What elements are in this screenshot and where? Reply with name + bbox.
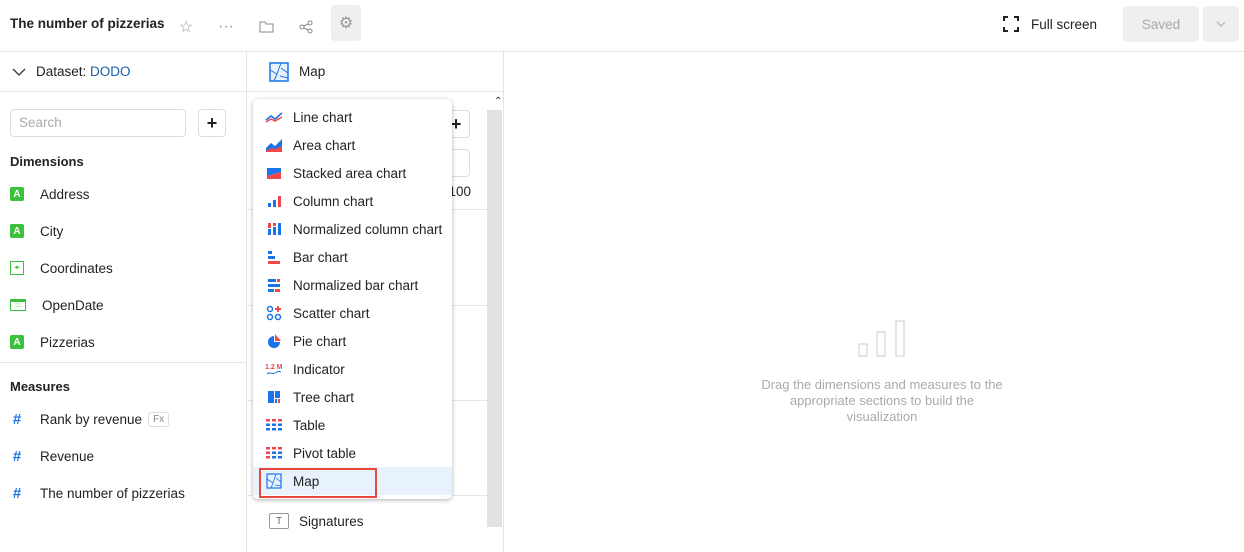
fullscreen-icon [1003, 16, 1019, 32]
gear-icon[interactable]: ⚙ [331, 5, 361, 41]
top-bar: The number of pizzerias ☆ ··· ⚙ Full scr… [0, 0, 1244, 52]
menu-item-table[interactable]: Table [253, 411, 452, 439]
dataset-selector[interactable]: Dataset: DODO [0, 52, 246, 92]
menu-item-normalized-column-chart[interactable]: Normalized column chart [253, 215, 452, 243]
menu-item-label: Area chart [293, 137, 356, 153]
menu-item-indicator[interactable]: 1.2 M Indicator [253, 355, 452, 383]
map-icon [269, 61, 289, 82]
more-icon[interactable]: ··· [211, 12, 241, 42]
menu-item-area-chart[interactable]: Area chart [253, 131, 452, 159]
dimension-coordinates[interactable]: ⌖ Coordinates [10, 258, 113, 278]
menu-item-normalized-bar-chart[interactable]: Normalized bar chart [253, 271, 452, 299]
string-icon: A [10, 187, 24, 201]
save-options-button[interactable] [1203, 6, 1239, 42]
area-chart-icon [265, 137, 283, 153]
normalized-column-chart-icon [265, 221, 283, 237]
empty-chart-icon [858, 320, 908, 361]
menu-item-label: Normalized bar chart [293, 277, 419, 293]
scrollbar[interactable] [487, 110, 502, 527]
menu-item-label: Pivot table [293, 445, 357, 461]
menu-item-label: Normalized column chart [293, 221, 443, 237]
normalized-bar-chart-icon [265, 277, 283, 293]
dimension-opendate[interactable]: ::: OpenDate [10, 295, 104, 315]
menu-item-label: Stacked area chart [293, 165, 407, 181]
menu-item-pie-chart[interactable]: Pie chart [253, 327, 452, 355]
visualization-type-menu: Line chart Area chart Stacked area chart Co… [253, 99, 452, 499]
indicator-icon: 1.2 M [265, 361, 283, 377]
empty-state-text: Drag the dimensions and measures to the … [761, 377, 1003, 424]
measure-revenue[interactable]: # Revenue [10, 446, 94, 466]
dimension-pizzerias[interactable]: A Pizzerias [10, 332, 95, 352]
page-title: The number of pizzerias [10, 16, 165, 31]
share-icon[interactable] [291, 12, 321, 42]
svg-text:1.2 M: 1.2 M [265, 364, 283, 371]
menu-item-label: Map [293, 473, 320, 489]
search-input[interactable]: Search [10, 109, 186, 137]
stacked-area-chart-icon [265, 165, 283, 181]
column-chart-icon [265, 193, 283, 209]
dataset-panel: Dataset: DODO Search + Dimensions A Addre… [0, 52, 247, 552]
scroll-up-icon[interactable]: ⌃ [494, 96, 502, 107]
divider [0, 362, 246, 363]
chevron-down-icon [1216, 21, 1226, 27]
menu-item-label: Column chart [293, 193, 374, 209]
number-icon: # [12, 410, 22, 428]
full-screen-button[interactable]: Full screen [1003, 16, 1097, 32]
scatter-chart-icon [265, 305, 283, 321]
menu-item-label: Indicator [293, 361, 345, 377]
signatures-section[interactable]: T Signatures [269, 513, 364, 529]
menu-item-label: Line chart [293, 109, 353, 125]
signatures-label: Signatures [299, 513, 364, 529]
menu-item-stacked-area-chart[interactable]: Stacked area chart [253, 159, 452, 187]
menu-item-label: Bar chart [293, 249, 348, 265]
add-field-button[interactable]: + [198, 109, 226, 137]
text-icon: T [269, 513, 289, 529]
menu-item-label: Scatter chart [293, 305, 370, 321]
star-icon[interactable]: ☆ [171, 12, 201, 42]
menu-item-bar-chart[interactable]: Bar chart [253, 243, 452, 271]
string-icon: A [10, 224, 24, 238]
line-chart-icon [265, 109, 283, 125]
chevron-down-icon [12, 68, 26, 76]
number-icon: # [12, 484, 22, 502]
bar-chart-icon [265, 249, 283, 265]
menu-item-label: Pie chart [293, 333, 347, 349]
full-screen-label: Full screen [1031, 16, 1098, 32]
measure-rank-by-revenue[interactable]: # Rank by revenue Fx [10, 409, 170, 429]
tree-chart-icon [265, 389, 283, 405]
string-icon: A [10, 335, 24, 349]
number-icon: # [12, 447, 22, 465]
date-icon: ::: [10, 299, 26, 311]
menu-item-pivot-table[interactable]: Pivot table [253, 439, 452, 467]
visualization-type-selector[interactable]: Map [247, 52, 503, 92]
table-icon [265, 417, 283, 433]
menu-item-map[interactable]: Map [253, 467, 452, 498]
dimension-city[interactable]: A City [10, 221, 63, 241]
dimension-address[interactable]: A Address [10, 184, 90, 204]
dataset-name[interactable]: DODO [90, 64, 131, 79]
menu-item-scatter-chart[interactable]: Scatter chart [253, 299, 452, 327]
measures-heading: Measures [10, 379, 70, 394]
menu-item-line-chart[interactable]: Line chart [253, 103, 452, 131]
measure-number-of-pizzerias[interactable]: # The number of pizzerias [10, 483, 185, 503]
folder-icon[interactable] [251, 12, 281, 42]
selected-visualization: Map [299, 64, 326, 79]
saved-button[interactable]: Saved [1123, 6, 1199, 42]
dataset-label: Dataset: [36, 64, 87, 79]
map-icon [265, 473, 283, 489]
formula-badge: Fx [148, 411, 170, 427]
menu-item-label: Tree chart [293, 389, 355, 405]
pivot-table-icon [265, 445, 283, 461]
dimensions-heading: Dimensions [10, 154, 84, 169]
pie-chart-icon [265, 333, 283, 349]
geo-icon: ⌖ [10, 261, 24, 275]
menu-item-tree-chart[interactable]: Tree chart [253, 383, 452, 411]
menu-item-column-chart[interactable]: Column chart [253, 187, 452, 215]
menu-item-label: Table [293, 417, 326, 433]
